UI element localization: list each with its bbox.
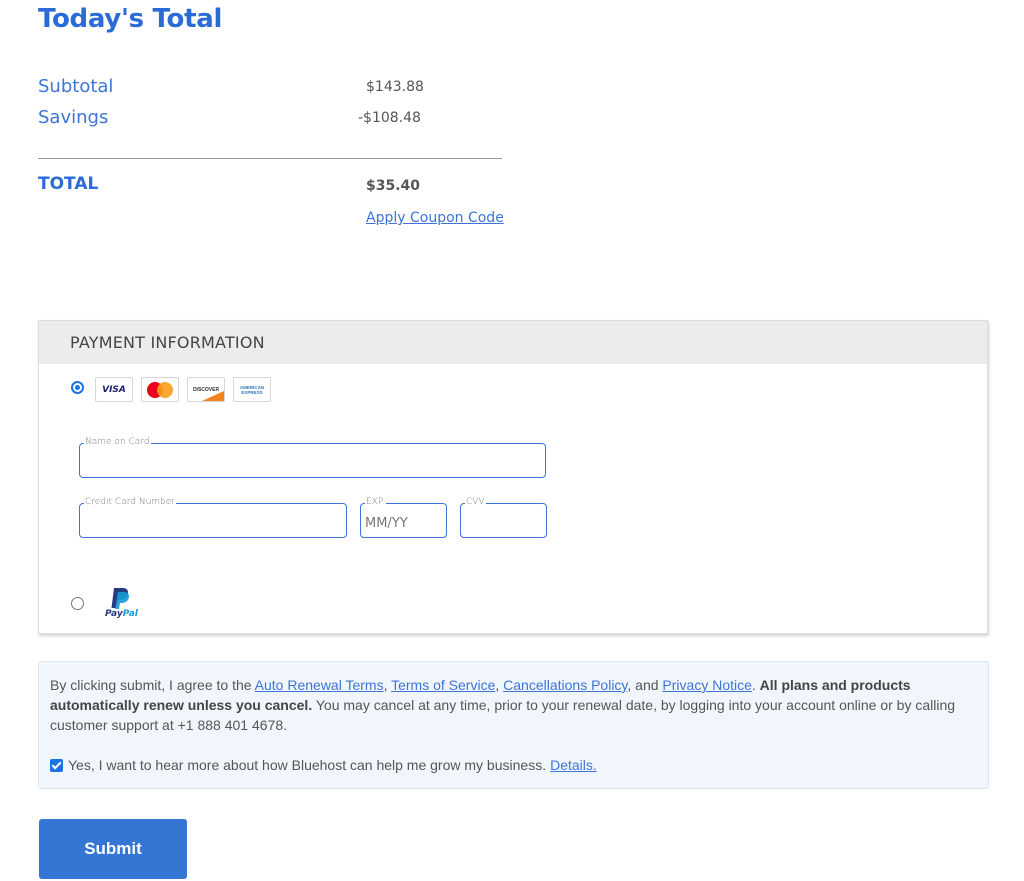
terms-text: By clicking submit, I agree to the Auto … <box>50 675 977 735</box>
expiry-field: EXP. <box>360 497 447 538</box>
optin-checkbox[interactable] <box>50 758 63 772</box>
visa-icon: VISA <box>95 377 133 402</box>
card-number-field: Credit Card Number <box>79 497 347 538</box>
discover-icon: DISCOVER <box>187 377 225 402</box>
payment-panel: PAYMENT INFORMATION VISA DISCOVER AMERIC… <box>38 320 988 634</box>
subtotal-value: $143.88 <box>366 79 424 95</box>
apply-coupon-link[interactable]: Apply Coupon Code <box>366 210 504 226</box>
amex-line1: AMERICAN <box>239 384 265 390</box>
optin-label: Yes, I want to hear more about how Blueh… <box>68 757 547 773</box>
terms-box: By clicking submit, I agree to the Auto … <box>38 661 989 789</box>
submit-button[interactable]: Submit <box>39 819 187 879</box>
mastercard-circles <box>147 381 173 398</box>
amex-icon: AMERICAN EXPRESS <box>233 377 271 402</box>
credit-card-radio[interactable] <box>71 381 84 394</box>
optin-details-link[interactable]: Details. <box>550 755 597 775</box>
cvv-input[interactable] <box>461 504 546 537</box>
paypal-logo-icon[interactable]: PayPal <box>105 587 145 621</box>
terms-of-service-link[interactable]: Terms of Service <box>391 677 495 693</box>
total-label: TOTAL <box>38 174 99 194</box>
expiry-input[interactable] <box>361 504 446 537</box>
payment-header: PAYMENT INFORMATION <box>39 321 987 364</box>
mastercard-icon <box>141 377 179 402</box>
amex-line2: EXPRESS <box>241 389 263 395</box>
visa-icon-text: VISA <box>102 384 126 395</box>
paypal-pal-text: Pal <box>122 609 138 619</box>
terms-sep: , <box>495 677 504 693</box>
privacy-notice-link[interactable]: Privacy Notice <box>662 677 751 693</box>
terms-sep: , <box>383 677 392 693</box>
cancellations-policy-link[interactable]: Cancellations Policy <box>503 677 627 693</box>
name-on-card-field: Name on Card <box>79 437 546 478</box>
subtotal-label: Subtotal <box>38 76 114 97</box>
paypal-wordmark: PayPal <box>105 609 138 619</box>
savings-label: Savings <box>38 107 109 128</box>
savings-value: -$108.48 <box>358 110 421 126</box>
total-value: $35.40 <box>366 178 421 194</box>
auto-renewal-terms-link[interactable]: Auto Renewal Terms <box>255 677 384 693</box>
terms-sep: . <box>751 677 760 693</box>
name-on-card-input[interactable] <box>80 444 545 477</box>
amex-icon-text: AMERICAN EXPRESS <box>240 385 264 395</box>
page-title: Today's Total <box>38 4 223 34</box>
marketing-optin[interactable]: Yes, I want to hear more about how Blueh… <box>50 755 597 775</box>
paypal-radio[interactable] <box>71 597 84 610</box>
terms-intro: By clicking submit, I agree to the <box>50 677 255 693</box>
paypal-p-icon <box>111 588 129 609</box>
cvv-field: CVV <box>460 497 547 538</box>
terms-sep: , and <box>627 677 663 693</box>
paypal-pay-text: Pay <box>105 609 123 619</box>
card-number-input[interactable] <box>80 504 346 537</box>
discover-icon-text: DISCOVER <box>192 386 220 393</box>
summary-divider <box>38 158 502 159</box>
